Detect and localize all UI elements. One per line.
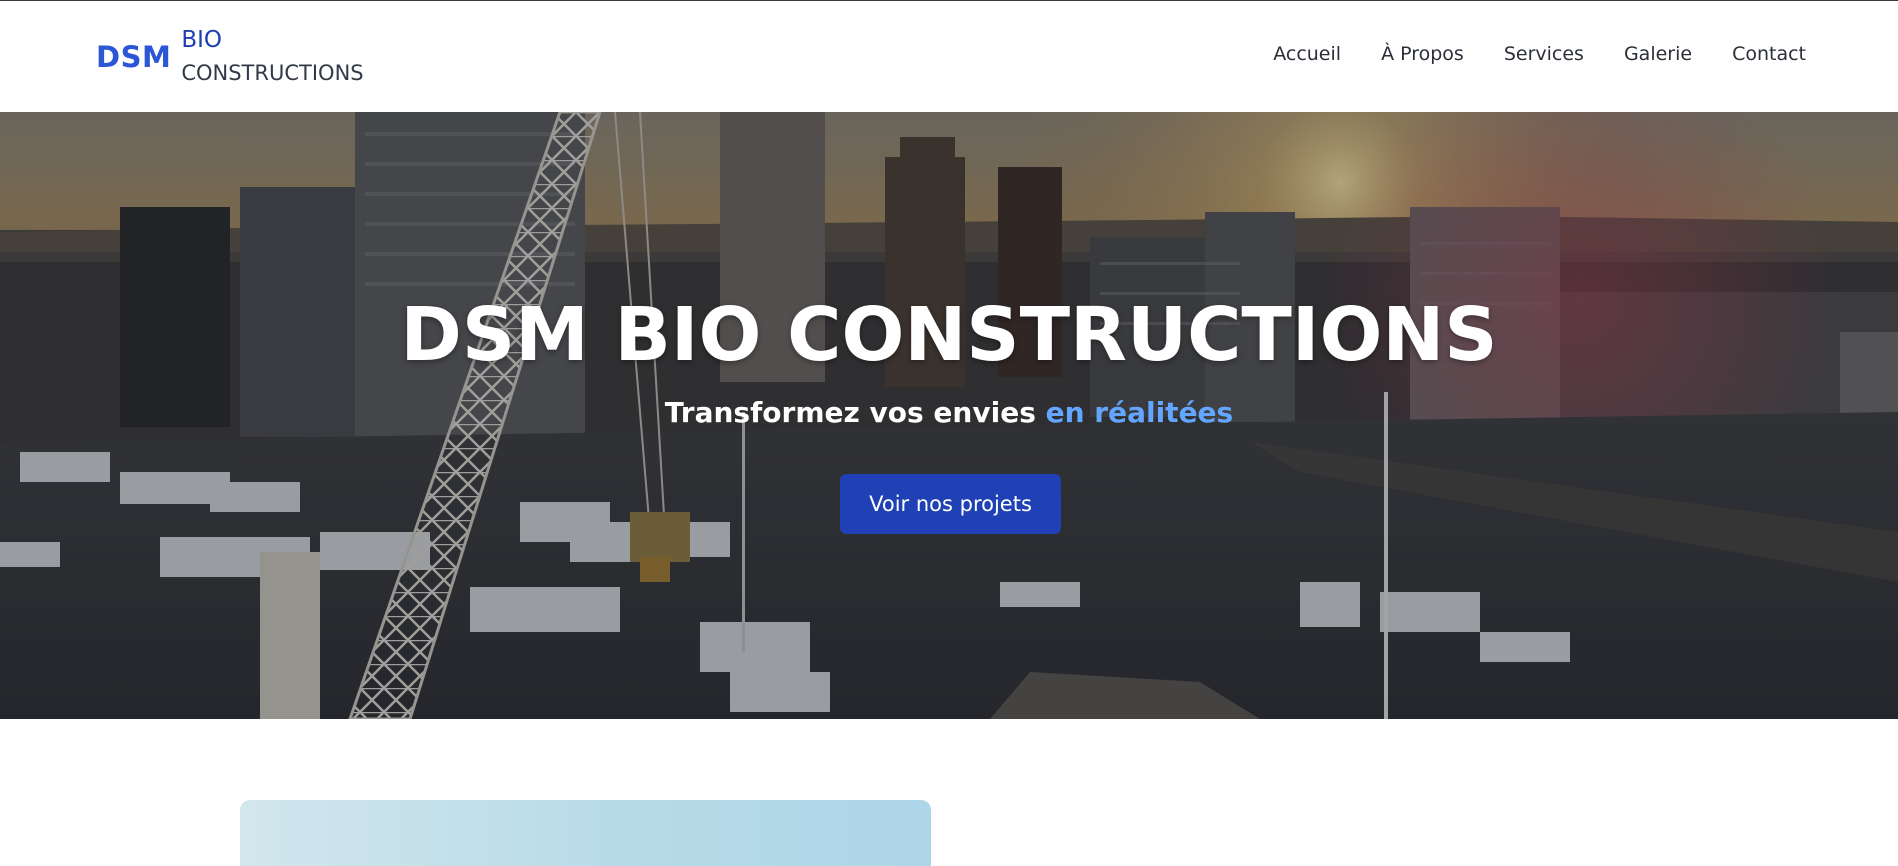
logo-bio-text: BIO [181,27,222,53]
hero-subtitle-accent: en réalitées [1045,396,1234,429]
hero-title: DSM BIO CONSTRUCTIONS [400,292,1498,378]
site-header: DSM BIO CONSTRUCTIONS Accueil À Propos S… [0,1,1898,112]
about-image-card [240,800,931,866]
hero-subtitle-main: Transformez vos envies [664,396,1036,429]
nav-item-services[interactable]: Services [1504,43,1584,65]
brand-logo[interactable]: DSM BIO CONSTRUCTIONS [96,25,364,89]
view-projects-button[interactable]: Voir nos projets [840,474,1061,534]
logo-wordmark: BIO CONSTRUCTIONS [181,24,363,90]
nav-item-galerie[interactable]: Galerie [1624,43,1692,65]
nav-item-a-propos[interactable]: À Propos [1381,43,1464,65]
hero-section: DSM BIO CONSTRUCTIONS Transformez vos en… [0,112,1898,719]
nav-item-contact[interactable]: Contact [1732,43,1806,65]
main-nav: Accueil À Propos Services Galerie Contac… [1273,43,1806,65]
nav-item-accueil[interactable]: Accueil [1273,43,1341,65]
hero-subtitle: Transformez vos envies en réalitées [0,396,1898,429]
logo-constructions-text: CONSTRUCTIONS [181,61,364,85]
logo-dsm-text: DSM [96,40,172,74]
